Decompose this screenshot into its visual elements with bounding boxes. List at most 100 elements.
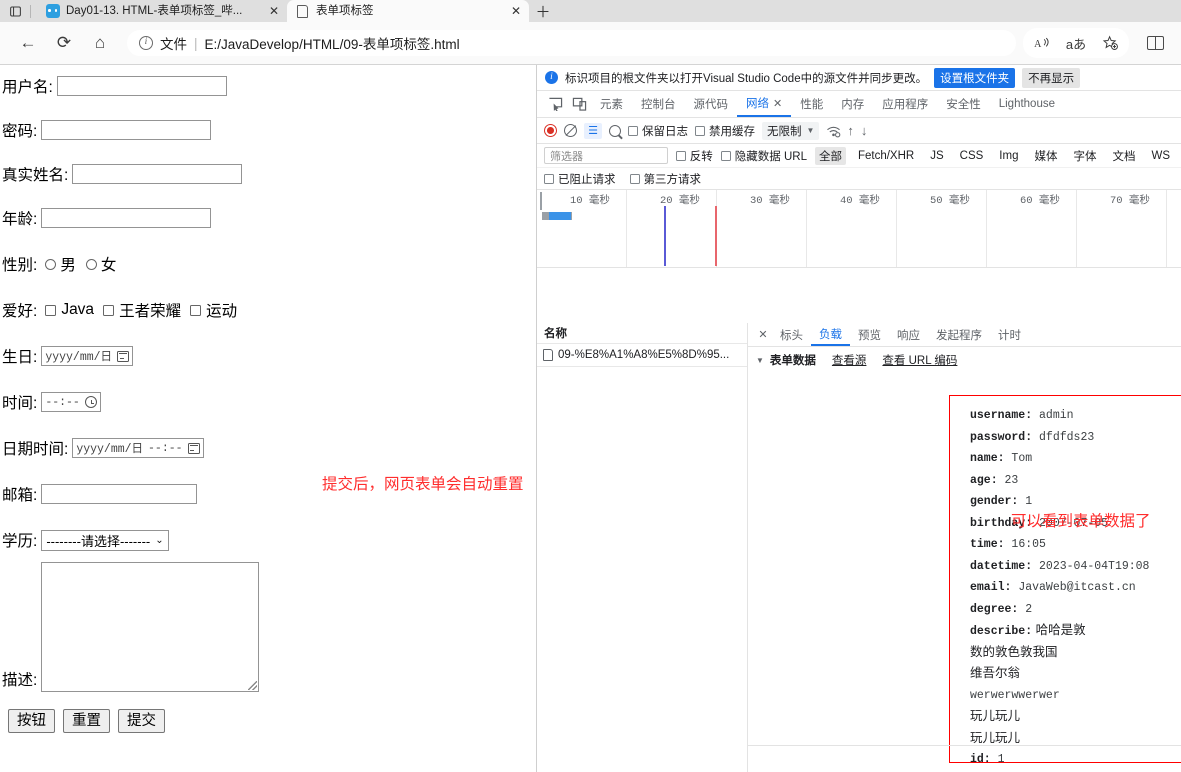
checkbox-icon[interactable] <box>628 125 638 136</box>
close-icon[interactable]: ✕ <box>267 4 281 18</box>
tab-network[interactable]: 网络 ✕ <box>737 91 792 117</box>
filter-type-media[interactable]: 媒体 <box>1030 147 1061 165</box>
network-conditions-icon[interactable] <box>826 125 841 137</box>
refresh-icon[interactable]: ⟳ <box>46 28 82 58</box>
filter-input[interactable]: 筛选器 <box>544 147 668 164</box>
datetime-input[interactable]: yyyy/mm/日 --:-- <box>72 438 204 458</box>
tab-application[interactable]: 应用程序 <box>873 91 937 117</box>
read-aloud-icon[interactable]: A <box>1027 30 1057 56</box>
hobby-option-java[interactable]: Java <box>45 301 94 319</box>
tab-security[interactable]: 安全性 <box>937 91 990 117</box>
form-data-key: email: <box>970 581 1012 594</box>
network-timeline[interactable]: 10 毫秒 20 毫秒 30 毫秒 40 毫秒 50 毫秒 60 毫秒 70 毫… <box>537 190 1181 268</box>
username-input[interactable] <box>56 76 227 96</box>
filter-type-doc[interactable]: 文档 <box>1108 147 1139 165</box>
password-input[interactable] <box>41 120 212 140</box>
email-input[interactable] <box>41 484 198 504</box>
clear-icon[interactable] <box>564 124 577 137</box>
calendar-icon[interactable] <box>187 442 200 454</box>
tab-elements[interactable]: 元素 <box>591 91 632 117</box>
filter-type-img[interactable]: Img <box>995 149 1022 163</box>
export-har-icon[interactable]: ↓ <box>861 123 868 138</box>
translate-icon[interactable]: aあ <box>1061 30 1091 56</box>
age-input[interactable] <box>41 208 212 228</box>
detail-tab-payload[interactable]: 负载 <box>811 323 850 346</box>
tab-memory[interactable]: 内存 <box>832 91 873 117</box>
browser-tab-2[interactable]: 表单项标签 ✕ <box>287 0 529 22</box>
detail-tab-headers[interactable]: 标头 <box>772 323 811 346</box>
clock-icon[interactable] <box>84 396 97 408</box>
checkbox-icon[interactable] <box>675 150 686 161</box>
set-root-folder-button[interactable]: 设置根文件夹 <box>934 67 1016 88</box>
filter-type-all[interactable]: 全部 <box>814 146 846 165</box>
close-icon[interactable]: ✕ <box>509 4 523 18</box>
gender-option-male[interactable]: 男 <box>45 253 76 275</box>
filter-icon[interactable]: ☰ <box>584 122 602 139</box>
toggle-device-toolbar-icon[interactable] <box>567 93 591 115</box>
checkbox-icon[interactable] <box>45 304 57 316</box>
collections-icon[interactable] <box>1139 29 1171 57</box>
preserve-log-checkbox[interactable]: 保留日志 <box>628 123 688 139</box>
tab-lighthouse[interactable]: Lighthouse <box>990 91 1064 117</box>
tab-console[interactable]: 控制台 <box>632 91 685 117</box>
birthday-input[interactable]: yyyy/mm/日 <box>41 346 134 366</box>
detail-tab-timing[interactable]: 计时 <box>990 323 1029 346</box>
reset-button[interactable]: 重置 <box>63 709 110 733</box>
calendar-icon[interactable] <box>117 350 130 362</box>
checkbox-icon[interactable] <box>695 125 705 136</box>
third-party-requests-checkbox[interactable]: 第三方请求 <box>629 171 701 187</box>
address-bar[interactable]: i 文件 | E:/JavaDevelop/HTML/09-表单项标签.html <box>126 29 1017 57</box>
filter-type-ws[interactable]: WS <box>1147 149 1174 163</box>
browser-tab-1[interactable]: Day01-13. HTML-表单项标签_哔... ✕ <box>37 0 287 22</box>
hobby-option-sport[interactable]: 运动 <box>190 299 237 321</box>
record-icon[interactable] <box>544 124 557 137</box>
describe-textarea[interactable] <box>41 562 260 692</box>
filter-type-font[interactable]: 字体 <box>1069 147 1100 165</box>
checkbox-icon[interactable] <box>720 150 731 161</box>
gender-option-female[interactable]: 女 <box>85 253 116 275</box>
plain-button[interactable]: 按钮 <box>8 709 55 733</box>
form-data-value: 1 <box>997 753 1005 766</box>
view-url-encoded-link[interactable]: 查看 URL 编码 <box>882 352 957 368</box>
time-input[interactable]: --:-- <box>41 392 101 412</box>
hobby-option-kingglory[interactable]: 王者荣耀 <box>103 299 181 321</box>
close-icon[interactable]: ✕ <box>773 97 782 110</box>
checkbox-icon[interactable] <box>190 304 202 316</box>
resize-handle[interactable] <box>248 681 258 690</box>
dont-show-again-button[interactable]: 不再显示 <box>1022 67 1081 88</box>
view-source-link[interactable]: 查看源 <box>832 352 867 368</box>
table-row[interactable]: 09-%E8%A1%A8%E5%8D%95... <box>537 344 747 366</box>
radio-icon[interactable] <box>45 258 57 270</box>
search-icon[interactable] <box>609 124 621 137</box>
filter-type-fetch-xhr[interactable]: Fetch/XHR <box>854 149 918 163</box>
tab-performance[interactable]: 性能 <box>791 91 832 117</box>
radio-icon[interactable] <box>85 258 97 270</box>
checkbox-icon[interactable] <box>103 304 115 316</box>
import-har-icon[interactable]: ↑ <box>847 123 854 138</box>
inspect-element-icon[interactable] <box>543 93 567 115</box>
disable-cache-checkbox[interactable]: 禁用缓存 <box>695 123 755 139</box>
new-tab-button[interactable]: ＋ <box>529 0 557 22</box>
tab-search-icon[interactable] <box>0 0 30 22</box>
throttling-select[interactable]: 无限制 ▼ <box>762 121 820 140</box>
degree-select[interactable]: --------请选择------- ⌄ <box>41 529 169 551</box>
request-list-header[interactable]: 名称 <box>537 323 747 344</box>
close-icon[interactable]: ✕ <box>754 328 772 341</box>
chevron-down-icon[interactable]: ▼ <box>756 356 764 365</box>
add-favorite-icon[interactable] <box>1095 30 1125 56</box>
detail-tab-preview[interactable]: 预览 <box>850 323 889 346</box>
filter-type-css[interactable]: CSS <box>956 149 988 163</box>
checkbox-icon[interactable] <box>544 173 554 184</box>
blocked-requests-checkbox[interactable]: 已阻止请求 <box>544 171 616 187</box>
home-icon[interactable]: ⌂ <box>82 28 118 58</box>
detail-tab-response[interactable]: 响应 <box>889 323 928 346</box>
checkbox-icon[interactable] <box>629 173 640 184</box>
submit-button[interactable]: 提交 <box>118 709 165 733</box>
filter-type-js[interactable]: JS <box>926 149 947 163</box>
back-icon[interactable]: ← <box>10 28 46 58</box>
invert-checkbox[interactable]: 反转 <box>675 148 713 164</box>
realname-input[interactable] <box>72 164 243 184</box>
hide-data-urls-checkbox[interactable]: 隐藏数据 URL <box>720 148 807 164</box>
detail-tab-initiator[interactable]: 发起程序 <box>928 323 990 346</box>
tab-sources[interactable]: 源代码 <box>685 91 738 117</box>
